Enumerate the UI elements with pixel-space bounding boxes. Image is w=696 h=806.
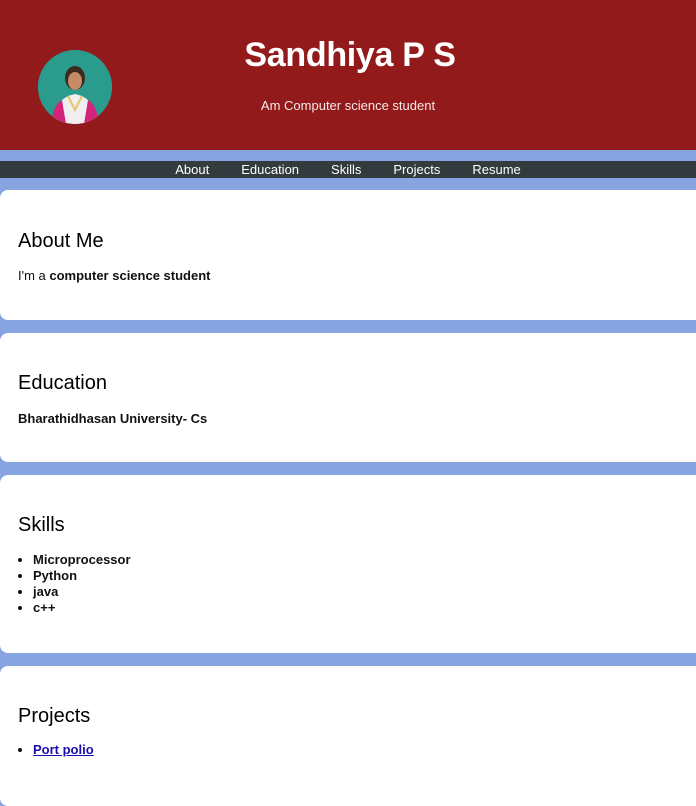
skill-item: c++ bbox=[33, 600, 131, 616]
education-text: Bharathidhasan University- Cs bbox=[18, 411, 208, 426]
projects-section: Projects Port polio bbox=[0, 666, 696, 806]
about-section: About Me I'm a computer science student bbox=[0, 190, 696, 320]
nav-about[interactable]: About bbox=[175, 162, 209, 177]
about-text: I'm a computer science student bbox=[18, 268, 211, 283]
site-tagline: Am Computer science student bbox=[260, 98, 436, 113]
education-heading: Education bbox=[18, 372, 107, 394]
project-link-portfolio[interactable]: Port polio bbox=[33, 742, 94, 757]
skill-item: Python bbox=[33, 568, 131, 584]
skill-item: Microprocessor bbox=[33, 552, 131, 568]
skills-heading: Skills bbox=[18, 514, 65, 536]
skills-list: Microprocessor Python java c++ bbox=[0, 552, 131, 616]
page-header: Sandhiya P S Am Computer science student bbox=[0, 0, 696, 150]
about-prefix: I'm a bbox=[18, 268, 50, 283]
site-title: Sandhiya P S bbox=[244, 36, 456, 74]
about-heading: About Me bbox=[18, 230, 104, 252]
nav-projects[interactable]: Projects bbox=[393, 162, 440, 177]
about-emphasis: computer science student bbox=[49, 268, 211, 283]
nav-resume[interactable]: Resume bbox=[472, 162, 520, 177]
nav-education[interactable]: Education bbox=[241, 162, 299, 177]
skill-item: java bbox=[33, 584, 131, 600]
nav-skills[interactable]: Skills bbox=[331, 162, 361, 177]
project-item: Port polio bbox=[33, 742, 94, 758]
projects-heading: Projects bbox=[18, 705, 91, 727]
education-section: Education Bharathidhasan University- Cs bbox=[0, 333, 696, 462]
skills-section: Skills Microprocessor Python java c++ bbox=[0, 475, 696, 653]
projects-list: Port polio bbox=[0, 742, 94, 758]
main-nav: About Education Skills Projects Resume bbox=[0, 161, 696, 178]
